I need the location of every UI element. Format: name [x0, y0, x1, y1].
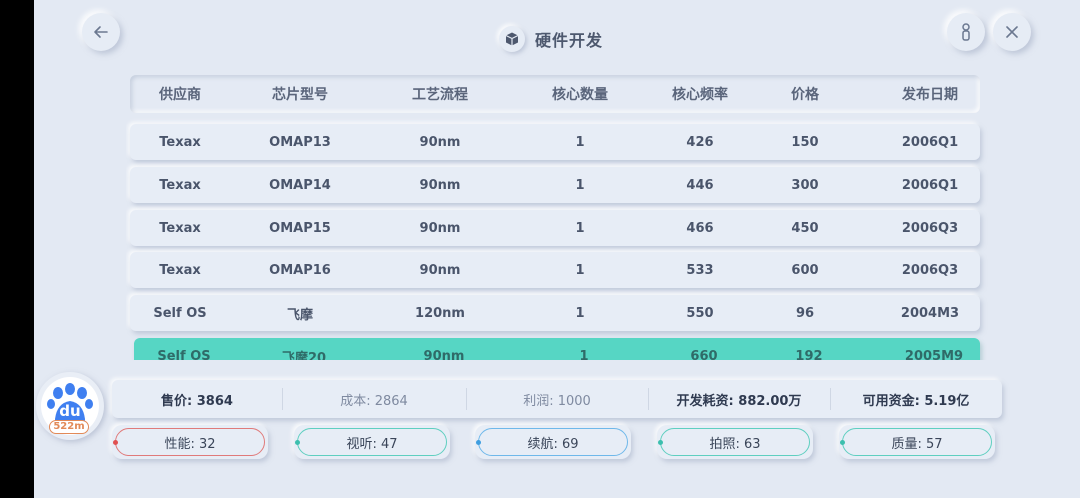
cell-release-date: 2005M9 — [904, 348, 964, 361]
cell-cores: 1 — [575, 134, 585, 150]
column-header: 工艺流程 — [412, 87, 468, 103]
stat-price: 售价: 3864 — [161, 393, 233, 409]
cell-price: 192 — [795, 348, 823, 361]
dot-icon — [476, 439, 481, 445]
chip-table[interactable]: 供应商 芯片型号 工艺流程 核心数量 核心频率 价格 发布日期 Texax OM… — [126, 68, 992, 360]
stats-bar: 售价: 3864 成本: 2864 利润: 1000 开发耗资: 882.00万… — [112, 380, 1002, 418]
attr-pill: 拍照: 63 — [658, 428, 810, 456]
back-button[interactable] — [82, 13, 120, 51]
key-icon — [962, 23, 970, 41]
table-header: 供应商 芯片型号 工艺流程 核心数量 核心频率 价格 发布日期 — [130, 75, 980, 113]
attr-label: 续航: 69 — [527, 436, 579, 452]
cell-price: 150 — [791, 134, 819, 150]
page-title: 硬件开发 — [499, 24, 603, 54]
column-header: 芯片型号 — [272, 87, 328, 103]
cell-process: 90nm — [423, 348, 465, 361]
cell-process: 90nm — [419, 262, 461, 278]
close-icon — [1006, 26, 1018, 38]
table-row[interactable]: Texax OMAP15 90nm 1 466 450 2006Q3 — [130, 210, 980, 246]
column-header: 发布日期 — [902, 87, 958, 103]
cell-model: OMAP14 — [269, 177, 331, 193]
cell-vendor: Texax — [159, 177, 201, 193]
attr-performance: 性能: 32 — [112, 425, 268, 459]
stat-dev-cost: 开发耗资: 882.00万 — [676, 393, 802, 409]
attr-label: 性能: 32 — [164, 436, 216, 452]
cell-model: OMAP16 — [269, 262, 331, 278]
attr-camera: 拍照: 63 — [657, 425, 813, 459]
cell-release-date: 2006Q1 — [901, 177, 959, 193]
stat-funds: 可用资金: 5.19亿 — [862, 393, 970, 409]
attr-pill: 质量: 57 — [840, 428, 992, 456]
table-row-selected[interactable]: Self OS 飞摩20 90nm 1 660 192 2005M9 — [134, 338, 980, 360]
cell-price: 300 — [791, 177, 819, 193]
cell-process: 90nm — [419, 134, 461, 150]
cell-cores: 1 — [579, 348, 589, 361]
attr-battery: 续航: 69 — [475, 425, 631, 459]
cell-vendor: Texax — [159, 220, 201, 236]
cell-model: OMAP15 — [269, 220, 331, 236]
cell-price: 96 — [795, 305, 815, 321]
arrow-left-icon — [94, 26, 108, 38]
column-header: 核心数量 — [552, 87, 608, 103]
table-row[interactable]: Texax OMAP13 90nm 1 426 150 2006Q1 — [130, 124, 980, 160]
cell-vendor: Self OS — [153, 305, 207, 321]
cell-cores: 1 — [575, 220, 585, 236]
cell-cores: 1 — [575, 177, 585, 193]
avatar-badge: 522m — [49, 420, 89, 434]
column-header: 价格 — [791, 87, 819, 103]
attr-label: 视听: 47 — [346, 436, 398, 452]
stat-cost: 成本: 2864 — [340, 393, 408, 409]
cell-vendor: Texax — [159, 134, 201, 150]
attr-label: 拍照: 63 — [709, 436, 761, 452]
table-row[interactable]: Texax OMAP16 90nm 1 533 600 2006Q3 — [130, 252, 980, 288]
dot-icon — [295, 439, 300, 445]
attr-audiovisual: 视听: 47 — [294, 425, 450, 459]
key-button[interactable] — [947, 13, 985, 51]
cell-model: 飞摩20 — [281, 350, 327, 361]
attr-label: 质量: 57 — [891, 436, 943, 452]
baidu-logo-text: du — [59, 402, 81, 420]
cell-vendor: Texax — [159, 262, 201, 278]
attr-pill: 视听: 47 — [295, 428, 447, 456]
dot-icon — [658, 439, 663, 445]
avatar[interactable]: du 522m — [36, 372, 104, 440]
cell-price: 450 — [791, 220, 819, 236]
cell-cores: 1 — [575, 305, 585, 321]
dot-icon — [113, 439, 118, 445]
attr-pill: 续航: 69 — [476, 428, 628, 456]
cell-price: 600 — [791, 262, 819, 278]
table-row[interactable]: Texax OMAP14 90nm 1 446 300 2006Q1 — [130, 167, 980, 203]
table-row[interactable]: Self OS 飞摩 120nm 1 550 96 2004M3 — [130, 295, 980, 331]
cell-process: 120nm — [415, 305, 465, 321]
cell-model: OMAP13 — [269, 134, 331, 150]
cell-process: 90nm — [419, 220, 461, 236]
cell-release-date: 2006Q3 — [901, 220, 959, 236]
dot-icon — [840, 439, 845, 445]
cell-model: 飞摩 — [286, 307, 313, 323]
column-header: 供应商 — [159, 87, 201, 103]
cell-release-date: 2006Q1 — [901, 134, 959, 150]
attr-quality: 质量: 57 — [839, 425, 995, 459]
game-screen: 硬件开发 供应商 芯片型号 工艺流程 核心数量 核心频率 价格 发布日期 Tex… — [34, 0, 1080, 498]
box-icon — [499, 26, 525, 52]
stat-profit: 利润: 1000 — [523, 393, 591, 409]
cell-process: 90nm — [419, 177, 461, 193]
cell-cores: 1 — [575, 262, 585, 278]
cell-release-date: 2006Q3 — [901, 262, 959, 278]
cell-vendor: Self OS — [157, 348, 211, 361]
attr-pill: 性能: 32 — [113, 428, 265, 456]
close-button[interactable] — [993, 13, 1031, 51]
cell-release-date: 2004M3 — [900, 305, 960, 321]
title-text: 硬件开发 — [535, 31, 604, 50]
